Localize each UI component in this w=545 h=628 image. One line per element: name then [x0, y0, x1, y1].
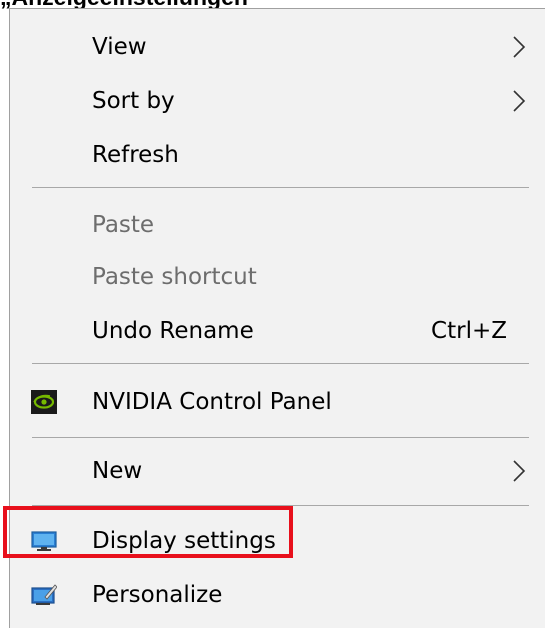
menu-item-label: Undo Rename — [92, 318, 254, 344]
menu-separator — [32, 437, 529, 438]
menu-item-undo-rename[interactable]: Undo Rename Ctrl+Z — [10, 306, 545, 356]
menu-item-label: Refresh — [92, 142, 179, 168]
menu-item-paste: Paste — [10, 200, 545, 250]
shortcut-label: Ctrl+Z — [431, 318, 507, 344]
menu-item-label: View — [92, 34, 147, 60]
menu-item-sort-by[interactable]: Sort by — [10, 76, 545, 126]
menu-item-view[interactable]: View — [10, 22, 545, 72]
display-icon — [31, 529, 57, 553]
menu-item-personalize[interactable]: Personalize — [10, 570, 545, 620]
personalize-icon — [31, 583, 58, 607]
menu-item-label: NVIDIA Control Panel — [92, 389, 332, 415]
chevron-right-icon — [509, 76, 529, 126]
chevron-right-icon — [509, 446, 529, 496]
menu-item-label: Sort by — [92, 88, 175, 114]
menu-item-label: Personalize — [92, 582, 223, 608]
menu-item-display-settings[interactable]: Display settings — [10, 516, 545, 566]
menu-item-label: Paste — [92, 212, 155, 238]
menu-item-new[interactable]: New — [10, 446, 545, 496]
chevron-right-icon — [509, 22, 529, 72]
menu-item-label: Display settings — [92, 528, 276, 554]
menu-separator — [32, 187, 529, 188]
nvidia-icon — [31, 390, 57, 414]
menu-item-paste-shortcut: Paste shortcut — [10, 252, 545, 302]
menu-separator — [32, 505, 529, 506]
context-menu: View Sort by Refresh Paste Paste shortcu… — [9, 8, 545, 628]
menu-item-label: Paste shortcut — [92, 264, 257, 290]
menu-item-refresh[interactable]: Refresh — [10, 130, 545, 180]
menu-item-label: New — [92, 458, 143, 484]
menu-separator — [32, 363, 529, 364]
menu-item-nvidia-control-panel[interactable]: NVIDIA Control Panel — [10, 377, 545, 427]
